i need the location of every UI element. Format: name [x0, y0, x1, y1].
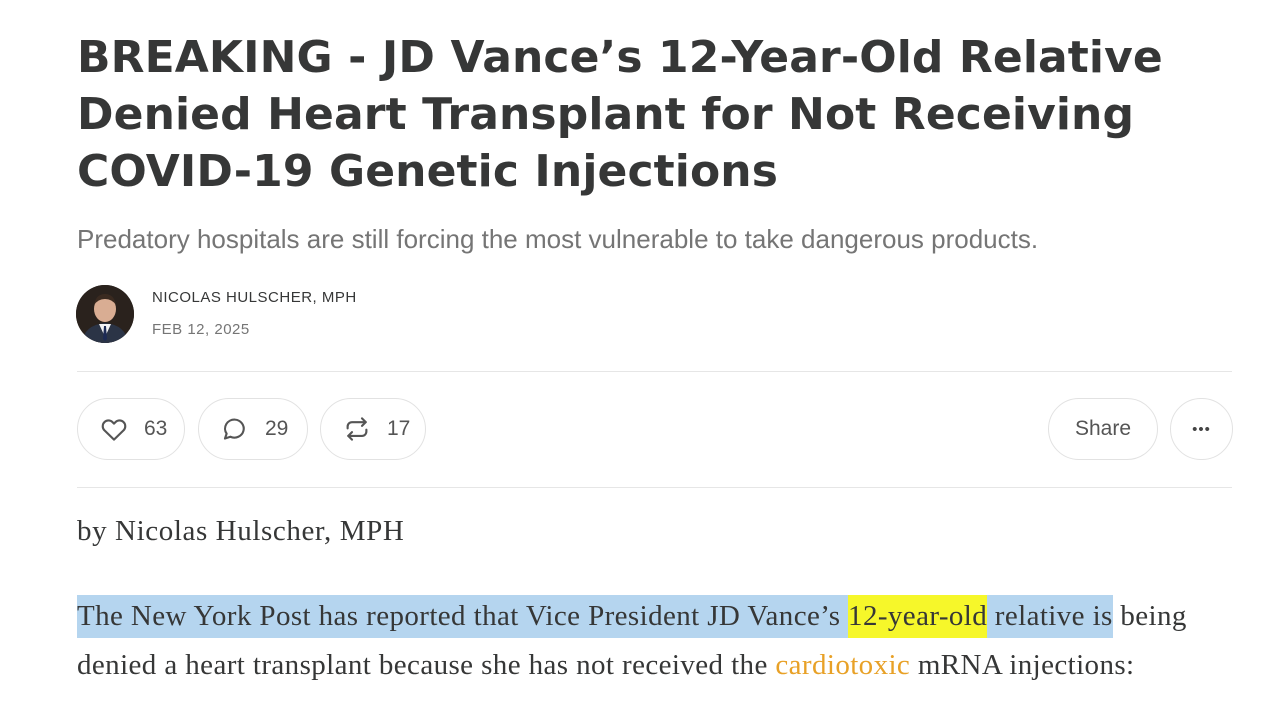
- divider-top: [77, 371, 1232, 372]
- post-date: FEB 12, 2025: [152, 321, 250, 338]
- more-icon: •••: [1192, 420, 1211, 438]
- article-page: BREAKING - JD Vance’s 12-Year-Old Relati…: [0, 0, 1280, 720]
- article-byline: by Nicolas Hulscher, MPH: [77, 515, 405, 547]
- like-button[interactable]: 63: [77, 398, 185, 460]
- comment-count: 29: [265, 417, 289, 440]
- comment-icon: [219, 414, 251, 444]
- heart-icon: [98, 414, 130, 444]
- author-avatar[interactable]: [76, 285, 134, 343]
- comment-button[interactable]: 29: [198, 398, 308, 460]
- share-button[interactable]: Share: [1048, 398, 1158, 460]
- highlighted-text: 12-year-old: [848, 595, 988, 638]
- like-count: 63: [144, 417, 168, 440]
- selected-text-end: relative is: [987, 595, 1113, 638]
- restack-icon: [341, 414, 373, 444]
- restack-count: 17: [387, 417, 411, 440]
- author-photo: [76, 285, 134, 343]
- cardiotoxic-link[interactable]: cardiotoxic: [775, 649, 910, 681]
- article-subtitle: Predatory hospitals are still forcing th…: [77, 224, 1039, 254]
- article-paragraph: The New York Post has reported that Vice…: [77, 592, 1237, 690]
- paragraph-text-end: mRNA injections:: [910, 649, 1135, 681]
- selected-text: The New York Post has reported that Vice…: [77, 595, 849, 638]
- more-options-button[interactable]: •••: [1170, 398, 1233, 460]
- author-name[interactable]: NICOLAS HULSCHER, MPH: [152, 289, 357, 306]
- article-title: BREAKING - JD Vance’s 12-Year-Old Relati…: [77, 32, 1163, 197]
- share-label: Share: [1074, 417, 1132, 440]
- divider-bottom: [77, 487, 1232, 488]
- restack-button[interactable]: 17: [320, 398, 426, 460]
